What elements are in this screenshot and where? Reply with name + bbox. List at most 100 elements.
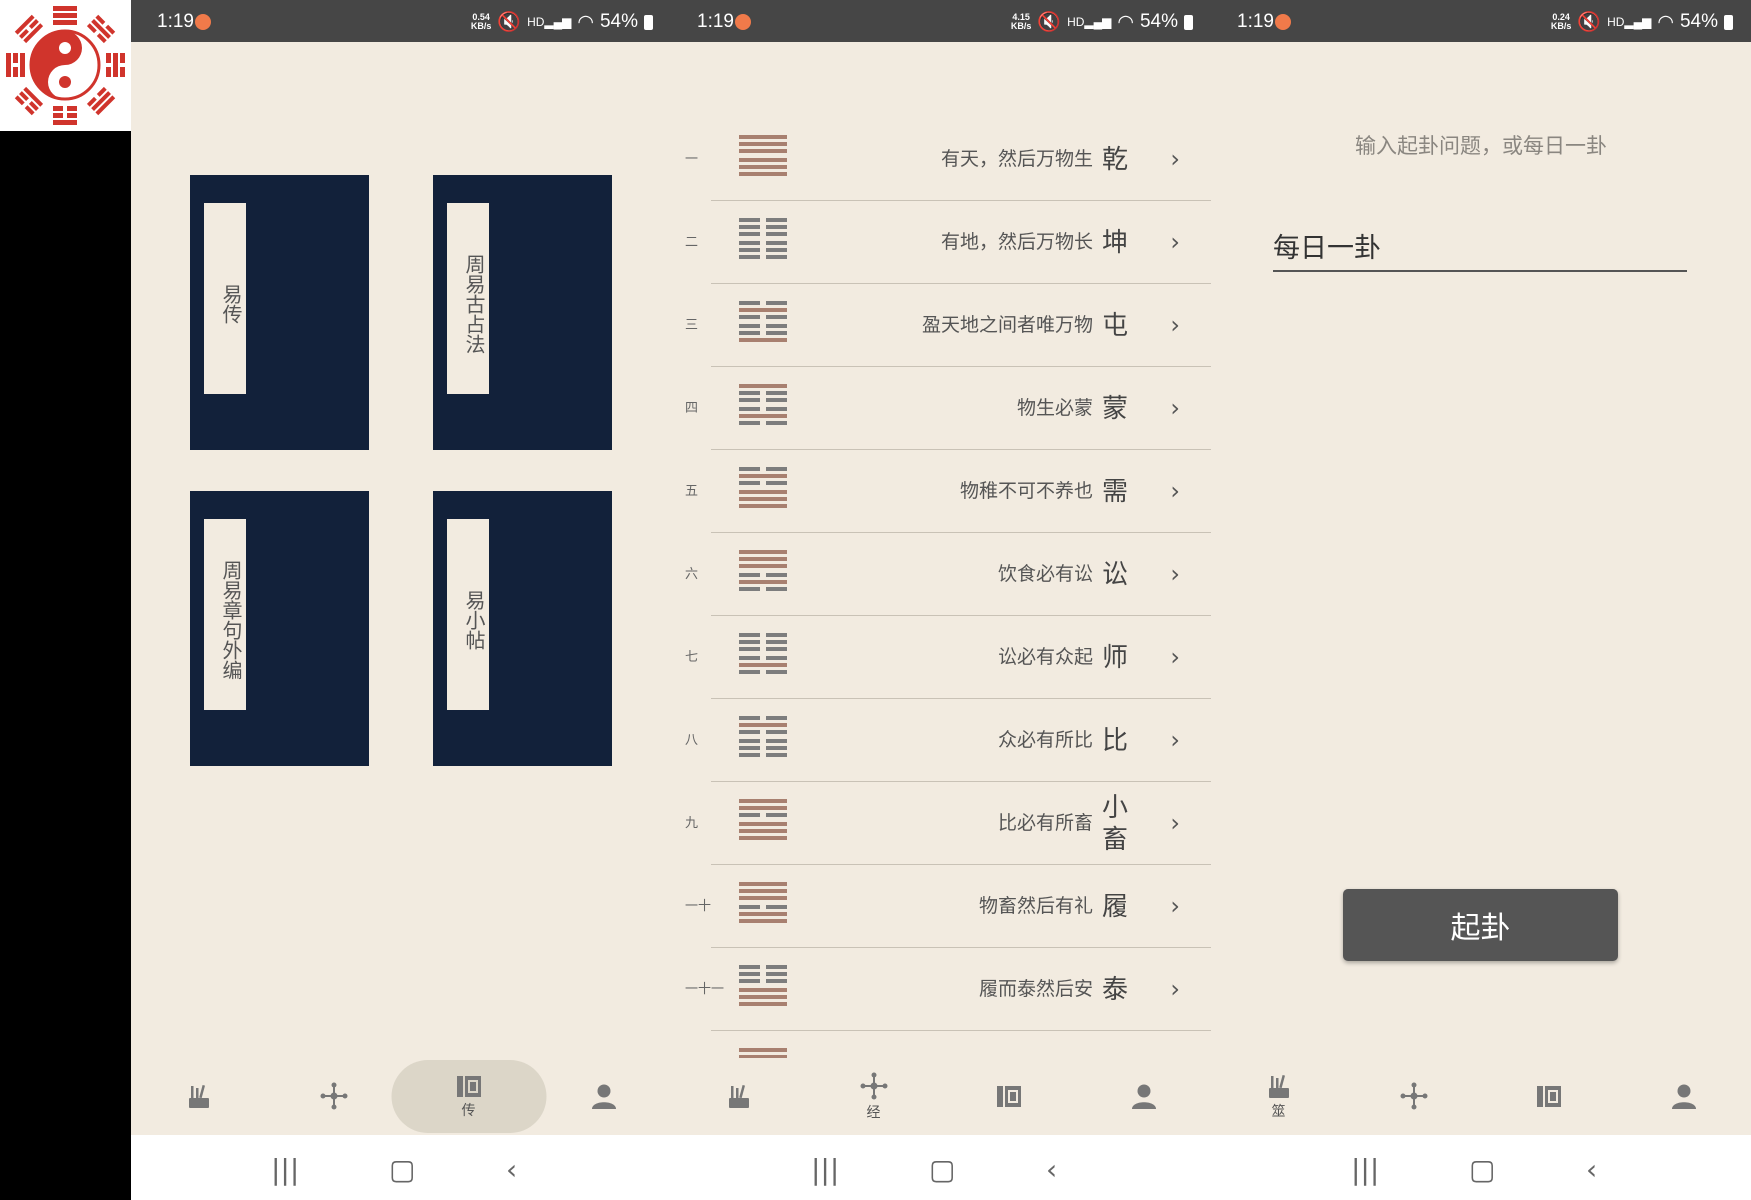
- yin-line: [739, 972, 787, 976]
- notification-icon: [735, 14, 751, 30]
- chevron-right-icon: ›: [1170, 892, 1180, 920]
- recent-apps-button[interactable]: |||: [811, 1153, 839, 1186]
- hexagram-description: 履而泰然后安: [978, 978, 1093, 1000]
- yin-line: [739, 633, 787, 637]
- tab-commentary[interactable]: [941, 1058, 1076, 1135]
- person-icon: [1671, 1084, 1696, 1109]
- hexagram-row[interactable]: 一十一 履而泰然后安泰 ›: [671, 948, 1211, 1031]
- network-icon: [860, 1072, 887, 1099]
- yin-line: [739, 391, 787, 395]
- hexagram-list-screen: 1:19 4.15 KB/s 🔇 HD▂▄▆ ◠ 54% 一有天，然后万物生乾 › 二…: [671, 0, 1211, 1200]
- notification-icon: [195, 14, 211, 30]
- chevron-right-icon: ›: [1170, 643, 1180, 671]
- question-input[interactable]: [1273, 222, 1687, 268]
- tab-profile[interactable]: [1616, 1058, 1751, 1135]
- yarrow-stalks-icon: [728, 1084, 749, 1108]
- hexagram-number: 二: [685, 235, 699, 250]
- hexagram-row[interactable]: 六 饮食必有讼讼 ›: [671, 533, 1211, 616]
- back-button[interactable]: ‹: [1046, 1153, 1057, 1186]
- hexagram-symbol-icon: [739, 550, 787, 594]
- hexagram-name: 小畜: [1101, 792, 1128, 855]
- tab-classic[interactable]: [1346, 1058, 1481, 1135]
- yin-line: [739, 241, 787, 245]
- battery-icon: [1724, 14, 1733, 30]
- hexagram-row[interactable]: 五 物稚不可不养也需 ›: [671, 450, 1211, 533]
- hexagram-name: 屯: [1101, 310, 1128, 341]
- hexagram-row[interactable]: 四 物生必蒙蒙 ›: [671, 367, 1211, 450]
- status-bar: 1:19 0.24 KB/s 🔇 HD▂▄▆ ◠ 54%: [1211, 0, 1751, 42]
- hexagram-description: 比必有所畜: [997, 812, 1093, 834]
- home-button[interactable]: ▢: [929, 1153, 955, 1186]
- hexagram-symbol-icon: [739, 799, 787, 843]
- cast-hexagram-button[interactable]: 起卦: [1343, 889, 1618, 961]
- hexagram-row[interactable]: 三 盈天地之间者唯万物屯 ›: [671, 284, 1211, 367]
- chevron-right-icon: ›: [1170, 560, 1180, 588]
- tab-divination[interactable]: 筮: [1211, 1058, 1346, 1135]
- hexagram-description: 众必有所比: [997, 729, 1093, 751]
- home-button[interactable]: ▢: [1469, 1153, 1495, 1186]
- tab-commentary[interactable]: 传: [391, 1058, 546, 1135]
- yang-line: [739, 308, 787, 312]
- yang-line: [739, 158, 787, 162]
- book-cover-3[interactable]: 易小帖: [433, 491, 612, 766]
- yin-line: [739, 573, 787, 577]
- yang-line: [739, 723, 787, 727]
- battery-percent: 54%: [1139, 11, 1178, 32]
- bottom-nav: 筮: [1211, 1058, 1751, 1135]
- back-button[interactable]: ‹: [506, 1153, 517, 1186]
- book-title: 易小帖: [447, 519, 489, 710]
- recent-apps-button[interactable]: |||: [271, 1153, 299, 1186]
- hexagram-description: 物稚不可不养也: [959, 480, 1093, 502]
- chevron-right-icon: ›: [1170, 809, 1180, 837]
- battery-icon: [1184, 14, 1193, 30]
- hexagram-number: 九: [685, 816, 699, 831]
- status-bar: 1:19 0.54 KB/s 🔇 HD▂▄▆ ◠ 54%: [131, 0, 671, 42]
- recent-apps-button[interactable]: |||: [1351, 1153, 1379, 1186]
- status-time: 1:19: [157, 11, 194, 32]
- mute-icon: 🔇: [1037, 12, 1062, 33]
- hexagram-row[interactable]: 八 众必有所比比 ›: [671, 699, 1211, 782]
- tab-commentary[interactable]: [1481, 1058, 1616, 1135]
- hexagram-description: 物畜然后有礼: [978, 895, 1093, 917]
- yang-line: [739, 149, 787, 153]
- books-screen: 1:19 0.54 KB/s 🔇 HD▂▄▆ ◠ 54% 易传 周易古占法 周易章…: [131, 0, 671, 1200]
- yang-line: [739, 557, 787, 561]
- book-title: 周易古占法: [447, 203, 489, 394]
- tab-classic[interactable]: 经: [806, 1058, 941, 1135]
- yarrow-stalks-icon: [1268, 1074, 1289, 1098]
- yin-line: [739, 421, 787, 425]
- yin-line: [739, 979, 787, 983]
- hexagram-symbol-icon: [739, 467, 787, 511]
- signal-icon: HD▂▄▆: [1607, 15, 1652, 29]
- book-cover-2[interactable]: 周易章句外编: [190, 491, 369, 766]
- home-button[interactable]: ▢: [389, 1153, 415, 1186]
- hexagram-name: 蒙: [1101, 393, 1128, 424]
- hexagram-row[interactable]: 一 有天，然后万物生乾 ›: [671, 118, 1211, 201]
- yin-line: [739, 315, 787, 319]
- yin-line: [739, 248, 787, 252]
- yin-line: [739, 218, 787, 222]
- hexagram-row[interactable]: 九 比必有所畜 小畜 ›: [671, 782, 1211, 865]
- tab-classic[interactable]: [266, 1058, 401, 1135]
- tab-profile[interactable]: [1076, 1058, 1211, 1135]
- hexagram-symbol-icon: [739, 716, 787, 760]
- tab-divination[interactable]: [131, 1058, 266, 1135]
- book-cover-1[interactable]: 周易古占法: [433, 175, 612, 450]
- book-cover-0[interactable]: 易传: [190, 175, 369, 450]
- hexagram-number: 八: [685, 733, 699, 748]
- yin-line: [739, 670, 787, 674]
- yin-line: [739, 656, 787, 660]
- wifi-icon: ◠: [1657, 11, 1674, 33]
- hexagram-name: 乾: [1101, 144, 1128, 175]
- hexagram-row[interactable]: 二 有地，然后万物长坤 ›: [671, 201, 1211, 284]
- app-logo: [0, 0, 131, 131]
- yin-line: [739, 301, 787, 305]
- tab-profile[interactable]: [536, 1058, 671, 1135]
- books-icon: [996, 1085, 1021, 1107]
- tab-divination[interactable]: [671, 1058, 806, 1135]
- yin-line: [739, 730, 787, 734]
- chevron-right-icon: ›: [1170, 228, 1180, 256]
- hexagram-row[interactable]: 一十 物畜然后有礼履 ›: [671, 865, 1211, 948]
- back-button[interactable]: ‹: [1586, 1153, 1597, 1186]
- hexagram-row[interactable]: 七 讼必有众起师 ›: [671, 616, 1211, 699]
